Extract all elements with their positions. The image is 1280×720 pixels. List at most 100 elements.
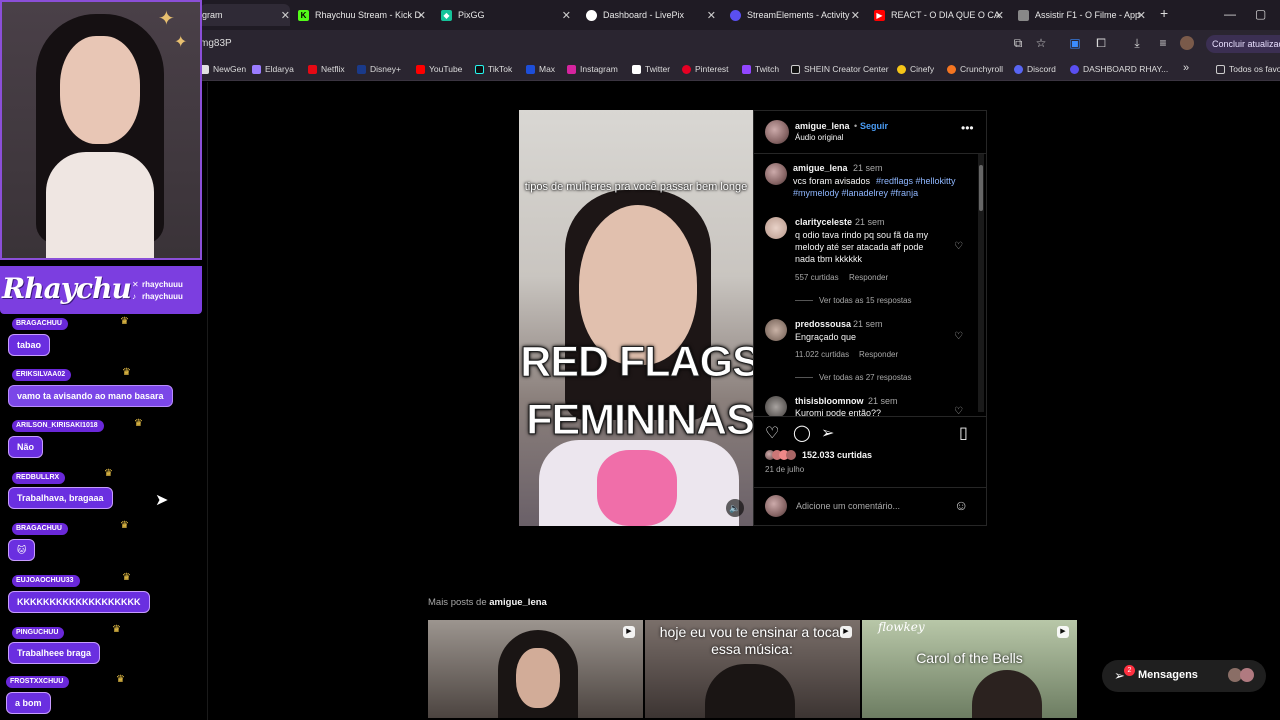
avatar[interactable] xyxy=(765,163,787,185)
bookmark-crunchyroll[interactable]: Crunchyroll xyxy=(947,64,1003,74)
tab-instagram[interactable]: gram ✕ xyxy=(200,4,290,26)
heart-icon[interactable]: ♡ xyxy=(954,331,963,342)
close-icon[interactable]: ✕ xyxy=(707,9,716,22)
comment-input[interactable]: Adicione um comentário... xyxy=(796,501,900,511)
bookmark-icon[interactable]: ▯ xyxy=(959,426,968,442)
thumbnail-face xyxy=(516,648,560,708)
video-caption-top: tipos de mulheres pra você passar bem lo… xyxy=(524,181,748,193)
bookmark-shein[interactable]: SHEIN Creator Center xyxy=(791,64,889,74)
instagram-icon xyxy=(567,64,576,74)
comment-icon[interactable]: ◯ xyxy=(793,426,811,442)
max-icon xyxy=(526,64,535,74)
page-divider xyxy=(207,82,208,720)
tab-label: REACT - O DIA QUE O CA xyxy=(891,10,1000,20)
bookmark-cinefy[interactable]: Cinefy xyxy=(897,64,934,74)
bookmark-discord[interactable]: Discord xyxy=(1014,64,1056,74)
puzzle-icon[interactable]: ⧠ xyxy=(1094,36,1108,50)
emoji-icon[interactable]: ☺ xyxy=(954,497,968,513)
download-icon[interactable]: ⤓ xyxy=(1130,36,1144,50)
bookmark-tiktok[interactable]: TikTok xyxy=(475,64,512,74)
comment-text: melody até ser atacada aff pode xyxy=(795,242,924,252)
bookmark-instagram[interactable]: Instagram xyxy=(567,64,618,74)
tab-livepix[interactable]: Dashboard - LivePix ✕ xyxy=(586,4,716,26)
avatar[interactable] xyxy=(765,217,787,239)
bookmark-twitch[interactable]: Twitch xyxy=(742,64,779,74)
audio-link[interactable]: Áudio original xyxy=(795,133,843,142)
minimize-icon[interactable]: — xyxy=(1224,7,1236,21)
reel-video[interactable]: tipos de mulheres pra você passar bem lo… xyxy=(519,110,753,526)
bookmark-max[interactable]: Max xyxy=(526,64,555,74)
profile-avatar[interactable] xyxy=(1180,36,1194,50)
close-icon[interactable]: ✕ xyxy=(281,9,290,22)
like-icon[interactable]: ♡ xyxy=(765,426,779,442)
comment-likes[interactable]: 557 curtidas xyxy=(795,273,839,282)
bookmark-eldarya[interactable]: Eldarya xyxy=(252,64,294,74)
close-icon[interactable]: ✕ xyxy=(851,9,860,22)
share-icon[interactable]: ➢ xyxy=(821,426,834,442)
avatar xyxy=(765,495,787,517)
heart-icon[interactable]: ♡ xyxy=(954,241,963,252)
comments-scroll-thumb[interactable] xyxy=(979,165,983,211)
bookmark-netflix[interactable]: Netflix xyxy=(308,64,345,74)
bookmark-dashboard[interactable]: DASHBOARD RHAY... xyxy=(1070,64,1168,74)
caption-hashtags[interactable]: #redflags #hellokitty xyxy=(876,176,956,186)
messages-button[interactable]: ➢ 2 Mensagens xyxy=(1102,660,1266,692)
streamer-face xyxy=(60,36,140,144)
close-icon[interactable]: ✕ xyxy=(995,9,1004,22)
bookmark-newgen[interactable]: NewGen xyxy=(200,64,246,74)
install-app-icon[interactable]: ⧉ xyxy=(1011,36,1025,50)
bookmarks-overflow-button[interactable]: » xyxy=(1183,62,1189,74)
update-button[interactable]: Concluir atualização xyxy=(1206,35,1280,53)
post-username[interactable]: amigue_lena xyxy=(795,121,850,131)
close-icon[interactable]: ✕ xyxy=(1137,9,1146,22)
folder-icon xyxy=(1216,64,1225,74)
new-tab-button[interactable]: + xyxy=(1160,5,1168,21)
comment-username[interactable]: predossousa xyxy=(795,319,851,329)
bookmark-twitter[interactable]: Twitter xyxy=(632,64,670,74)
avatar[interactable] xyxy=(765,396,787,416)
maximize-icon[interactable]: ▢ xyxy=(1255,7,1266,21)
avatar[interactable] xyxy=(765,120,789,144)
post-thumbnail[interactable]: ▶ xyxy=(428,620,643,718)
likes-count[interactable]: 152.033 curtidas xyxy=(802,450,872,460)
follow-button[interactable]: Seguir xyxy=(860,121,888,131)
caption-username[interactable]: amigue_lena xyxy=(793,163,848,173)
caption-hashtags[interactable]: #mymelody #lanadelrey #franja xyxy=(793,188,918,198)
reading-list-icon[interactable]: ≡ xyxy=(1156,36,1170,50)
bookmark-disney[interactable]: Disney+ xyxy=(357,64,401,74)
comment-username[interactable]: thisisbloomnow xyxy=(795,396,864,406)
star-icon[interactable]: ☆ xyxy=(1034,36,1048,50)
post-thumbnail[interactable]: hoje eu vou te ensinar a tocar essa músi… xyxy=(645,620,860,718)
tab-pixgg[interactable]: ◆ PixGG ✕ xyxy=(441,4,571,26)
comment-text: nada tbm kkkkkk xyxy=(795,254,863,264)
bookmark-pinterest[interactable]: Pinterest xyxy=(682,64,729,74)
post-thumbnail[interactable]: flowkey Carol of the Bells ▶ xyxy=(862,620,1077,718)
comment-likes[interactable]: 11.022 curtidas xyxy=(795,350,849,359)
netflix-icon xyxy=(308,64,317,74)
tab-youtube-react[interactable]: ▶ REACT - O DIA QUE O CA ✕ xyxy=(874,4,1004,26)
tab-kick[interactable]: K Rhaychuu Stream - Kick D ✕ xyxy=(298,4,426,26)
tab-f1[interactable]: Assistir F1 - O Filme - App ✕ xyxy=(1018,4,1146,26)
more-options-icon[interactable]: ••• xyxy=(961,121,974,135)
all-favorites-folder[interactable]: Todos os favo xyxy=(1216,64,1280,74)
tab-streamelements[interactable]: StreamElements - Activity ✕ xyxy=(730,4,860,26)
reply-button[interactable]: Responder xyxy=(859,350,898,359)
view-replies-button[interactable]: Ver todas as 15 respostas xyxy=(819,296,912,305)
pixgg-icon: ◆ xyxy=(441,9,452,21)
comment-username[interactable]: clarityceleste xyxy=(795,217,852,227)
video-title-line1: RED FLAGS xyxy=(520,338,753,387)
close-icon[interactable]: ✕ xyxy=(417,9,426,22)
extension-icon[interactable]: ▣ xyxy=(1068,36,1082,50)
messages-label: Mensagens xyxy=(1138,669,1198,681)
chat-username: PINGUCHUU xyxy=(12,627,65,639)
comment-time: 21 sem xyxy=(855,217,885,227)
avatar[interactable] xyxy=(765,319,787,341)
heart-icon[interactable]: ♡ xyxy=(954,406,963,416)
crown-icon: ♛ xyxy=(134,418,143,429)
url-field[interactable]: mg83P xyxy=(200,38,232,49)
bookmark-youtube[interactable]: YouTube xyxy=(416,64,462,74)
mute-icon[interactable]: 🔈 xyxy=(726,499,744,517)
reply-button[interactable]: Responder xyxy=(849,273,888,282)
view-replies-button[interactable]: Ver todas as 27 respostas xyxy=(819,373,912,382)
close-icon[interactable]: ✕ xyxy=(562,9,571,22)
